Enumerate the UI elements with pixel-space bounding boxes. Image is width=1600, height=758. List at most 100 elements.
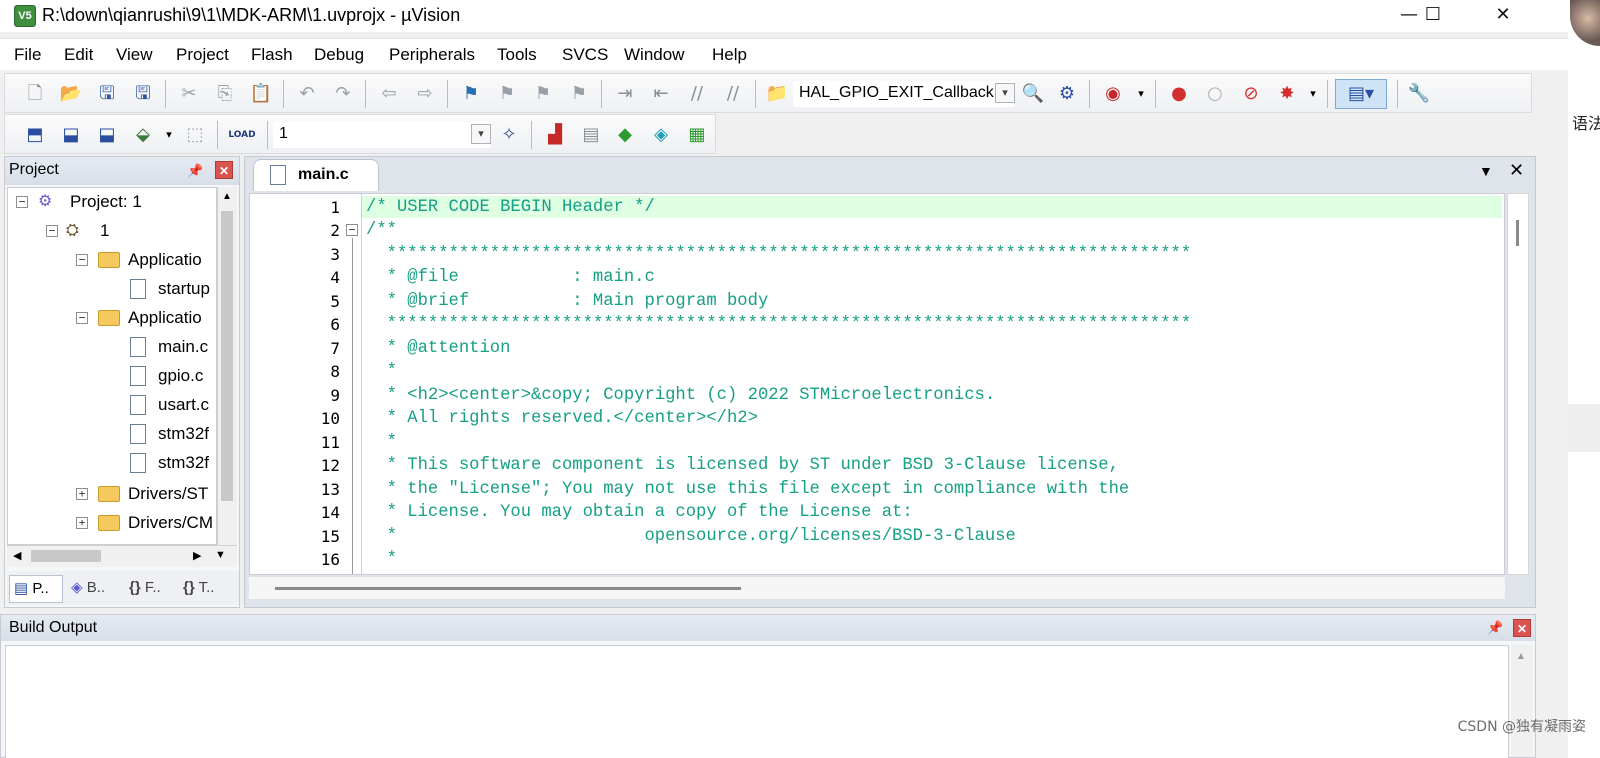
project-tree-vertical-scrollbar[interactable]: ▲: [217, 187, 237, 545]
batch-build-icon[interactable]: ⬙: [131, 123, 155, 147]
paste-icon[interactable]: 📋: [249, 82, 273, 106]
menu-project[interactable]: Project: [176, 45, 229, 65]
undo-icon[interactable]: ↶: [295, 82, 319, 106]
function-combo[interactable]: HAL_GPIO_EXIT_Callback ▾: [793, 81, 1015, 107]
target-options-icon[interactable]: ✧: [497, 123, 521, 147]
menu-tools[interactable]: Tools: [497, 45, 537, 65]
scroll-thumb[interactable]: [275, 587, 741, 590]
find-in-files-icon[interactable]: 📁: [765, 82, 789, 106]
build-icon[interactable]: ⬓: [59, 123, 83, 147]
collapse-icon[interactable]: −: [16, 196, 28, 208]
menu-view[interactable]: View: [116, 45, 153, 65]
comment-icon[interactable]: //: [685, 82, 709, 106]
scroll-thumb[interactable]: [221, 211, 233, 501]
close-icon[interactable]: ✕: [1513, 619, 1531, 637]
navigate-forward-icon[interactable]: ⇨: [413, 82, 437, 106]
expand-icon[interactable]: +: [76, 488, 88, 500]
editor-panel: main.c ▼ ✕ 1 2 3 4 5 6 7 8 9 10 11 12 13…: [244, 156, 1536, 608]
pin-icon[interactable]: 📌: [1487, 620, 1503, 636]
save-all-icon[interactable]: 🖫: [131, 82, 155, 106]
menu-flash[interactable]: Flash: [251, 45, 293, 65]
load-download-icon[interactable]: LOAD: [227, 123, 257, 147]
save-icon[interactable]: 🖫: [95, 82, 119, 106]
scroll-left-icon[interactable]: ◀: [13, 549, 21, 562]
menu-help[interactable]: Help: [712, 45, 747, 65]
stop-build-icon[interactable]: ⬚: [183, 123, 207, 147]
scroll-right-icon[interactable]: ▶: [193, 549, 201, 562]
configure-icon[interactable]: 🔧: [1407, 82, 1431, 106]
close-icon[interactable]: ✕: [1509, 160, 1524, 181]
fold-collapse-icon[interactable]: −: [346, 224, 358, 236]
menu-edit[interactable]: Edit: [64, 45, 93, 65]
enable-breakpoint-icon[interactable]: ○: [1203, 82, 1227, 106]
debug-session-icon[interactable]: ◉: [1101, 82, 1125, 106]
incremental-find-icon[interactable]: ⚙: [1055, 82, 1079, 106]
find-icon[interactable]: 🔍: [1021, 82, 1045, 106]
manage-project-items-icon[interactable]: ▟: [543, 123, 567, 147]
chevron-down-icon[interactable]: ▾: [157, 123, 181, 147]
menu-file[interactable]: File: [14, 45, 41, 65]
scroll-thumb[interactable]: [31, 550, 101, 562]
kill-breakpoints-icon[interactable]: ✸: [1275, 82, 1299, 106]
code-editor[interactable]: 1 2 3 4 5 6 7 8 9 10 11 12 13 14 15 16 −: [249, 193, 1505, 575]
open-folder-icon[interactable]: 📂: [59, 82, 83, 106]
build-output-scrollbar[interactable]: ▲: [1511, 645, 1533, 757]
cut-icon[interactable]: ✂: [177, 82, 201, 106]
window-layout-icon[interactable]: ▤▾: [1335, 79, 1387, 109]
avatar: [1570, 0, 1600, 46]
close-icon[interactable]: ✕: [215, 161, 233, 179]
clear-bookmarks-icon[interactable]: ⚑: [567, 82, 591, 106]
build-output-text[interactable]: [5, 645, 1509, 758]
prev-bookmark-icon[interactable]: ⚑: [495, 82, 519, 106]
redo-icon[interactable]: ↷: [331, 82, 355, 106]
collapse-icon[interactable]: −: [46, 225, 58, 237]
navigate-back-icon[interactable]: ⇦: [377, 82, 401, 106]
uncomment-icon[interactable]: //: [721, 82, 745, 106]
select-packs-icon[interactable]: ◈: [649, 123, 673, 147]
scroll-up-icon[interactable]: ▲: [222, 191, 232, 202]
tab-books[interactable]: ◈ B..: [67, 575, 105, 603]
insert-breakpoint-icon[interactable]: ●: [1167, 82, 1191, 106]
chevron-down-icon[interactable]: ▾: [995, 83, 1015, 103]
chevron-down-icon[interactable]: ▾: [1129, 82, 1153, 106]
manage-runtime-icon[interactable]: ◆: [613, 123, 637, 147]
tab-templates[interactable]: {} T..: [179, 575, 214, 603]
bookmark-icon[interactable]: ⚑: [459, 82, 483, 106]
editor-horizontal-scrollbar[interactable]: [249, 577, 1505, 599]
indent-icon[interactable]: ⇥: [613, 82, 637, 106]
maximize-button[interactable]: ☐: [1410, 0, 1456, 32]
new-file-icon[interactable]: 🗋: [23, 82, 47, 106]
expand-icon[interactable]: +: [76, 517, 88, 529]
menu-peripherals[interactable]: Peripherals: [389, 45, 475, 65]
chevron-down-icon[interactable]: ▾: [471, 124, 491, 144]
menu-window[interactable]: Window: [624, 45, 684, 65]
code-line: *: [366, 362, 397, 381]
tab-project[interactable]: ▤ P..: [9, 575, 63, 603]
pack-installer-icon[interactable]: ▦: [685, 123, 709, 147]
scroll-thumb[interactable]: [1516, 220, 1519, 246]
chevron-down-icon[interactable]: ▼: [215, 549, 226, 561]
tab-functions[interactable]: {} F..: [125, 575, 161, 603]
next-bookmark-icon[interactable]: ⚑: [531, 82, 555, 106]
collapse-icon[interactable]: −: [76, 254, 88, 266]
copy-icon[interactable]: ⎘: [213, 82, 237, 106]
collapse-icon[interactable]: −: [76, 312, 88, 324]
chevron-down-icon[interactable]: ▼: [1479, 163, 1493, 179]
project-tree-horizontal-scrollbar[interactable]: ◀ ▶ ▼: [7, 545, 237, 567]
manage-multiproject-icon[interactable]: ▤: [579, 123, 603, 147]
menu-svcs[interactable]: SVCS: [562, 45, 608, 65]
target-combo[interactable]: 1 ▾: [273, 122, 491, 148]
menu-debug[interactable]: Debug: [314, 45, 364, 65]
close-button[interactable]: ✕: [1480, 0, 1526, 32]
project-panel-tabs: ▤ P.. ◈ B.. {} F.. {} T..: [7, 571, 239, 605]
unindent-icon[interactable]: ⇤: [649, 82, 673, 106]
chevron-down-icon[interactable]: ▾: [1301, 82, 1325, 106]
translate-icon[interactable]: ⬒: [23, 123, 47, 147]
pin-icon[interactable]: 📌: [187, 163, 203, 179]
scroll-up-icon[interactable]: ▲: [1516, 651, 1526, 662]
line-number: 3: [330, 245, 340, 264]
tab-main-c[interactable]: main.c: [253, 159, 379, 191]
editor-vertical-scrollbar[interactable]: [1507, 193, 1529, 575]
rebuild-icon[interactable]: ⬓: [95, 123, 119, 147]
disable-breakpoints-icon[interactable]: ⊘: [1239, 82, 1263, 106]
